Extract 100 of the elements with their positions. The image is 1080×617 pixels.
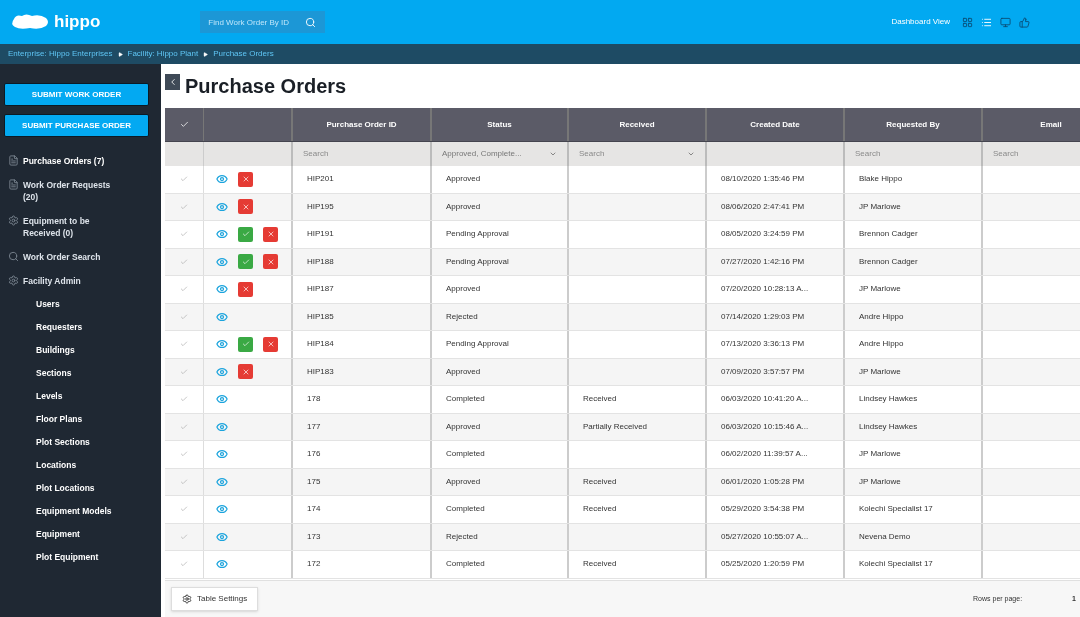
row-check-icon[interactable]	[180, 202, 188, 211]
view-eye-icon[interactable]	[216, 503, 228, 516]
sidebar-item[interactable]: Work Order Requests (20)	[4, 173, 157, 209]
list-view-icon[interactable]	[981, 16, 992, 28]
reject-button[interactable]	[263, 254, 278, 270]
table-cell: HIP195	[307, 200, 334, 213]
sidebar-subitem[interactable]: Floor Plans	[4, 408, 157, 431]
table-cell: JP Marlowe	[859, 365, 901, 378]
sidebar-subitem[interactable]: Sections	[4, 362, 157, 385]
monitor-view-icon[interactable]	[1000, 16, 1011, 28]
view-eye-icon[interactable]	[216, 420, 228, 433]
approve-button[interactable]	[238, 336, 253, 352]
row-check-icon[interactable]	[180, 340, 188, 349]
breadcrumb-link[interactable]: Enterprise: Hippo Enterprises	[8, 48, 113, 60]
row-check-icon[interactable]	[180, 560, 188, 569]
view-eye-icon[interactable]	[216, 228, 228, 241]
table-cell: 06/03/2020 10:15:46 A...	[721, 420, 809, 433]
approve-button[interactable]	[238, 226, 253, 242]
row-check-icon[interactable]	[180, 450, 188, 459]
table-cell: Approved	[446, 365, 481, 378]
search-icon[interactable]	[305, 16, 317, 28]
sidebar-subitem[interactable]: Equipment Models	[4, 500, 157, 523]
document-icon	[8, 155, 19, 166]
grid-view-icon[interactable]	[962, 16, 973, 28]
view-eye-icon[interactable]	[216, 393, 228, 406]
table-settings-button[interactable]: Table Settings	[171, 587, 259, 611]
close-icon	[266, 257, 275, 266]
close-icon	[241, 175, 250, 184]
reject-button[interactable]	[238, 281, 253, 297]
breadcrumb-link[interactable]: Facility: Hippo Plant	[127, 48, 199, 60]
sidebar-item[interactable]: Purchase Orders (7)	[4, 149, 157, 173]
row-check-icon[interactable]	[180, 175, 188, 184]
breadcrumb-link[interactable]: Purchase Orders	[213, 48, 274, 60]
filter-field[interactable]: Search	[987, 148, 1080, 160]
thumb-view-icon[interactable]	[1019, 16, 1030, 28]
view-eye-icon[interactable]	[216, 530, 228, 543]
sidebar-subitem[interactable]: Buildings	[4, 339, 157, 362]
row-check-icon[interactable]	[180, 285, 188, 294]
sidebar-item[interactable]: Work Order Search	[4, 245, 157, 269]
sidebar-subitem[interactable]: Plot Sections	[4, 431, 157, 454]
sidebar-subitem[interactable]: Plot Locations	[4, 477, 157, 500]
view-eye-icon[interactable]	[216, 283, 228, 296]
row-check-icon[interactable]	[180, 312, 188, 321]
row-check-icon[interactable]	[180, 532, 188, 541]
reject-button[interactable]	[238, 171, 253, 187]
table-cell: 177	[307, 420, 321, 433]
table-cell: Brennon Cadger	[859, 228, 918, 241]
table-cell: Blake Hippo	[859, 173, 903, 186]
reject-button[interactable]	[238, 199, 253, 215]
table-cell: Received	[583, 503, 617, 516]
table-cell: 05/29/2020 3:54:38 PM	[721, 503, 805, 516]
view-eye-icon[interactable]	[216, 475, 228, 488]
row-check-icon[interactable]	[180, 505, 188, 514]
table-cell: 07/13/2020 3:36:13 PM	[721, 338, 805, 351]
reject-button[interactable]	[263, 336, 278, 352]
table-cell: Approved	[446, 475, 481, 488]
sidebar-item[interactable]: Facility Admin	[4, 269, 157, 293]
view-eye-icon[interactable]	[216, 310, 228, 323]
row-check-icon[interactable]	[180, 395, 188, 404]
sidebar-subitem[interactable]: Plot Equipment	[4, 546, 157, 569]
table-cell: 08/06/2020 2:47:41 PM	[721, 200, 805, 213]
approve-button[interactable]	[238, 254, 253, 270]
filter-field[interactable]: Search	[849, 148, 977, 160]
sidebar-subitem[interactable]: Equipment	[4, 523, 157, 546]
row-check-icon[interactable]	[180, 367, 188, 376]
filter-dropdown[interactable]: Approved, Complete...	[436, 148, 563, 160]
table-cell: 08/10/2020 1:35:46 PM	[721, 173, 805, 186]
check-icon	[241, 257, 250, 266]
view-eye-icon[interactable]	[216, 173, 228, 186]
reject-button[interactable]	[238, 364, 253, 380]
view-eye-icon[interactable]	[216, 448, 228, 461]
table-cell: 174	[307, 503, 321, 516]
table-cell: Rejected	[446, 530, 478, 543]
row-check-icon[interactable]	[180, 422, 188, 431]
select-all-icon[interactable]	[179, 120, 189, 129]
row-check-icon[interactable]	[180, 257, 188, 266]
sidebar-item[interactable]: Equipment to be Received (0)	[4, 209, 157, 245]
sidebar-subitem[interactable]: Locations	[4, 454, 157, 477]
table-cell: Completed	[446, 503, 485, 516]
table-cell: 08/05/2020 3:24:59 PM	[721, 228, 805, 241]
table-cell: Approved	[446, 283, 481, 296]
row-check-icon[interactable]	[180, 230, 188, 239]
sidebar-subitem[interactable]: Requesters	[4, 316, 157, 339]
view-eye-icon[interactable]	[216, 558, 228, 571]
sidebar-subitem[interactable]: Users	[4, 293, 157, 316]
view-eye-icon[interactable]	[216, 338, 228, 351]
sidebar-subitem[interactable]: Levels	[4, 385, 157, 408]
table-cell: 06/01/2020 1:05:28 PM	[721, 475, 805, 488]
table-cell: 175	[307, 475, 321, 488]
view-eye-icon[interactable]	[216, 200, 228, 213]
view-eye-icon[interactable]	[216, 255, 228, 268]
table-cell: 178	[307, 393, 321, 406]
separator-icon	[203, 51, 209, 57]
filter-field[interactable]: Search	[297, 148, 426, 160]
row-check-icon[interactable]	[180, 477, 188, 486]
collapse-button[interactable]	[165, 74, 180, 90]
work-order-id-field[interactable]: Find Work Order By ID	[200, 11, 306, 33]
table-cell: HIP183	[307, 365, 334, 378]
reject-button[interactable]	[263, 226, 278, 242]
view-eye-icon[interactable]	[216, 365, 228, 378]
